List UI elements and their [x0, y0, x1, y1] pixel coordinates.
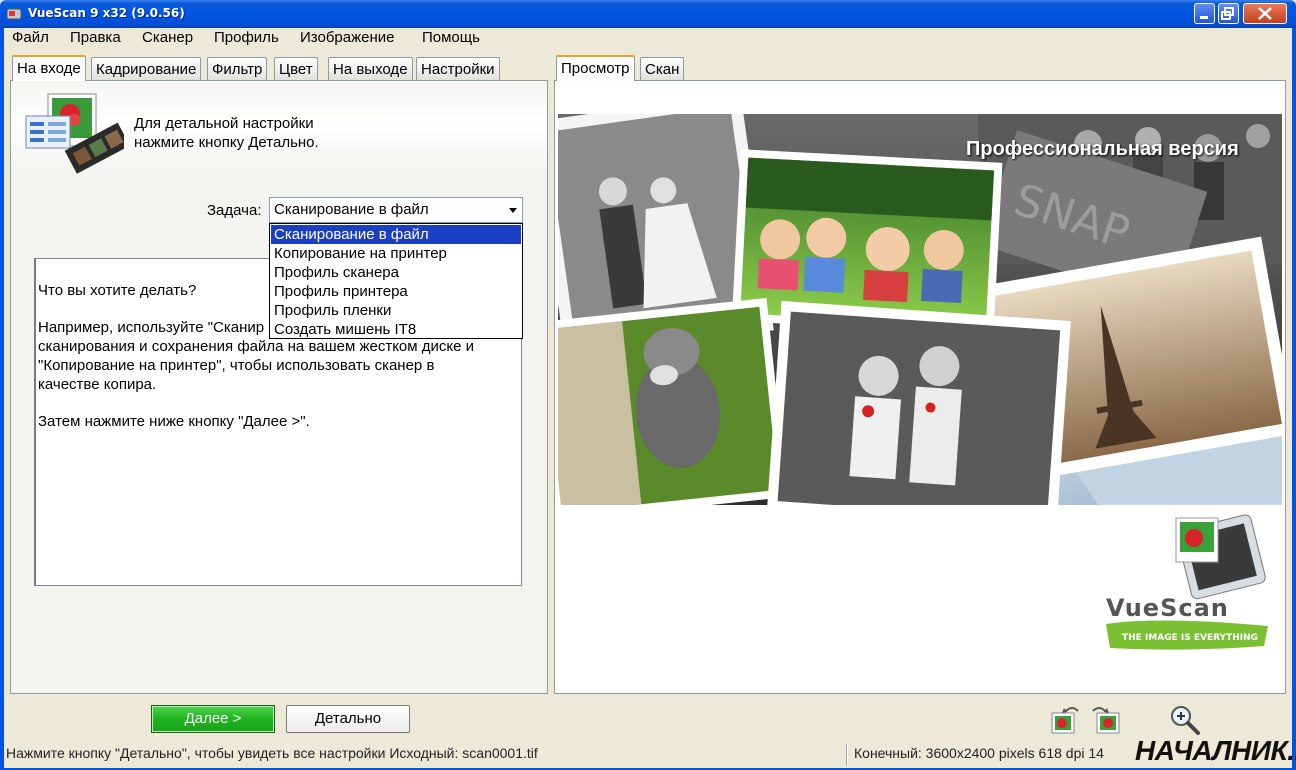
task-label: Задача: — [207, 202, 262, 219]
site-watermark: НАЧАЛНИК.РУ — [1135, 735, 1296, 766]
status-divider — [846, 744, 848, 766]
task-select[interactable]: Сканирование в файл — [269, 197, 523, 223]
maximize-button[interactable] — [1218, 3, 1239, 24]
tab-prefs[interactable]: Настройки — [416, 57, 500, 81]
tab-crop[interactable]: Кадрирование — [91, 57, 202, 81]
next-button[interactable]: Далее > — [151, 705, 275, 733]
task-option[interactable]: Сканирование в файл — [271, 225, 521, 244]
status-bar: Нажмите кнопку "Детально", чтобы увидеть… — [4, 743, 1292, 767]
preview-photo-collage: SNAP — [558, 114, 1282, 505]
tab-input[interactable]: На входе — [12, 55, 86, 81]
help-paragraph-2-rest: сканирования и сохранения файла на вашем… — [38, 338, 474, 393]
minimize-icon — [1200, 16, 1208, 19]
rotate-right-icon[interactable] — [1089, 703, 1123, 737]
help-paragraph-3: Затем нажмите ниже кнопку "Далее >". — [38, 413, 310, 430]
tab-preview[interactable]: Просмотр — [556, 55, 635, 81]
window-frame-left — [0, 28, 4, 770]
tab-scan[interactable]: Скан — [640, 57, 685, 81]
menu-help[interactable]: Помощь — [422, 28, 480, 48]
menu-edit[interactable]: Правка — [70, 28, 121, 48]
tab-output[interactable]: На выходе — [328, 57, 413, 81]
vuescan-logo: VueScan THE IMAGE IS EVERYTHING — [1106, 514, 1268, 650]
vuescan-app-icon[interactable] — [6, 6, 22, 22]
task-option[interactable]: Профиль пленки — [271, 301, 521, 320]
tab-filter[interactable]: Фильтр — [207, 57, 268, 81]
restore-icon — [1221, 7, 1234, 20]
task-option[interactable]: Профиль сканера — [271, 263, 521, 282]
status-text-right: Конечный: 3600x2400 pixels 618 dpi 14 — [854, 745, 1104, 761]
close-button[interactable] — [1243, 3, 1287, 24]
rotate-left-icon[interactable] — [1048, 703, 1082, 737]
pro-version-text: Профессиональная версия — [966, 138, 1239, 160]
tab-color[interactable]: Цвет — [274, 57, 318, 81]
title-bar[interactable]: VueScan 9 x32 (9.0.56) — [0, 0, 1296, 28]
vuescan-logo-tagline: THE IMAGE IS EVERYTHING — [1122, 633, 1258, 643]
task-option[interactable]: Профиль принтера — [271, 282, 521, 301]
menu-profile[interactable]: Профиль — [214, 28, 279, 48]
menu-scanner[interactable]: Сканер — [142, 28, 193, 48]
info-text-line1: Для детальной настройки — [134, 115, 314, 132]
detail-button[interactable]: Детально — [286, 705, 410, 733]
window-frame-right — [1292, 28, 1296, 770]
task-dropdown-list[interactable]: Сканирование в файл Копирование на принт… — [269, 223, 523, 339]
scanner-settings-icon — [25, 93, 124, 174]
zoom-in-icon[interactable] — [1168, 703, 1202, 737]
task-option[interactable]: Копирование на принтер — [271, 244, 521, 263]
menu-image[interactable]: Изображение — [300, 28, 395, 48]
status-text-left: Нажмите кнопку "Детально", чтобы увидеть… — [6, 745, 538, 761]
close-icon — [1258, 7, 1272, 20]
info-text-line2: нажмите кнопку Детально. — [134, 134, 319, 151]
minimize-button[interactable] — [1194, 3, 1215, 24]
menu-file[interactable]: Файл — [12, 28, 49, 48]
task-select-value: Сканирование в файл — [274, 201, 429, 218]
chevron-down-icon[interactable] — [509, 208, 517, 213]
task-option[interactable]: Создать мишень IT8 — [271, 320, 521, 339]
vuescan-logo-text: VueScan — [1106, 594, 1229, 622]
window-title: VueScan 9 x32 (9.0.56) — [28, 6, 185, 20]
menu-bar: Файл Правка Сканер Профиль Изображение П… — [4, 28, 1292, 48]
